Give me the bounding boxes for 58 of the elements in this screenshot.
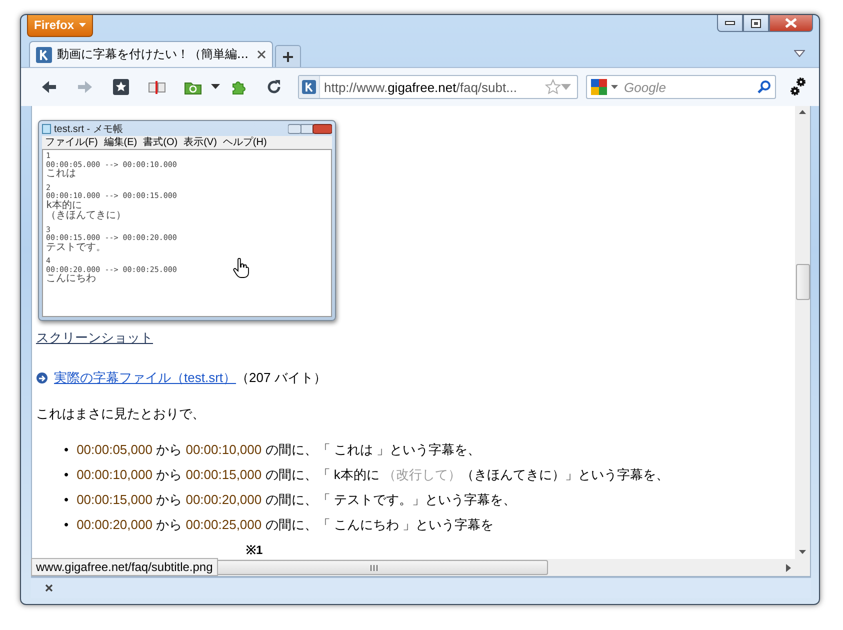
minimize-icon xyxy=(725,21,735,25)
browser-tab[interactable]: 動画に字幕を付けたい！（簡単編... xyxy=(29,41,273,67)
bullet: • xyxy=(64,441,69,459)
plus-icon xyxy=(282,50,294,62)
notepad-title: test.srt - メモ帳 xyxy=(54,122,124,136)
close-icon[interactable] xyxy=(257,50,266,59)
puzzle-icon[interactable] xyxy=(230,79,246,95)
bullet: • xyxy=(64,516,69,534)
back-icon[interactable] xyxy=(41,80,57,94)
star-icon[interactable] xyxy=(545,79,561,95)
close-icon[interactable] xyxy=(45,584,53,592)
maximize-button[interactable] xyxy=(743,15,769,32)
dropdown-icon[interactable] xyxy=(611,85,618,89)
new-tab-button[interactable] xyxy=(275,45,301,67)
list-item: 00:00:20,000 から 00:00:25,000 の間に、「 こんにちわ 」という字幕を xyxy=(76,516,494,534)
maximize-icon xyxy=(751,18,761,28)
scroll-thumb[interactable] xyxy=(796,264,810,300)
bullet: • xyxy=(64,491,69,509)
site-icon xyxy=(36,46,52,62)
notepad-line: これは xyxy=(46,169,77,180)
google-icon[interactable] xyxy=(591,79,607,95)
hand-cursor-icon xyxy=(233,258,249,278)
dropdown-icon[interactable] xyxy=(211,84,220,90)
notepad-line: （きほんてきに） xyxy=(46,211,127,222)
notepad-icon xyxy=(42,124,51,134)
link-url-tooltip: www.gigafree.net/faq/subtitle.png xyxy=(31,558,218,576)
notepad-line: テストです。 xyxy=(46,242,107,253)
file-icon xyxy=(36,372,48,384)
search-icon[interactable] xyxy=(757,80,771,94)
bullet: • xyxy=(64,466,69,484)
scroll-down-icon[interactable] xyxy=(799,550,806,554)
gears-icon[interactable] xyxy=(790,77,806,97)
file-size: （207 バイト） xyxy=(236,369,326,387)
search-field[interactable]: Google xyxy=(622,78,753,96)
scroll-up-icon[interactable] xyxy=(799,110,806,114)
notepad-line: k本的に xyxy=(46,200,84,210)
footnote-mark: ※1 xyxy=(246,542,264,558)
intro-text: これはまさに見たとおりで、 xyxy=(36,405,206,423)
notepad-line: こんにちわ xyxy=(46,274,97,284)
close-icon xyxy=(785,18,797,28)
close-button[interactable] xyxy=(769,15,813,32)
address-bar[interactable]: http://www.gigafree.net/faq/subt... xyxy=(298,75,578,99)
list-item: 00:00:15,000 から 00:00:20,000 の間に、「 テストです。」という字幕を、 xyxy=(76,491,516,509)
search-bar[interactable]: Google xyxy=(586,75,776,99)
reload-icon[interactable] xyxy=(266,79,282,95)
scroll-right-icon[interactable] xyxy=(786,564,791,572)
book-icon[interactable] xyxy=(148,80,166,94)
list-item: 00:00:05,000 から 00:00:10,000 の間に、「 これは 」という字幕を、 xyxy=(76,441,480,459)
window-controls-icon xyxy=(288,124,332,134)
site-icon xyxy=(302,80,316,94)
dropdown-icon[interactable] xyxy=(794,50,805,56)
vertical-scrollbar[interactable] xyxy=(795,106,810,576)
screenshot-link[interactable]: スクリーンショット xyxy=(36,330,153,345)
minimize-button[interactable] xyxy=(717,15,743,32)
caret-icon xyxy=(79,23,86,27)
grip-icon xyxy=(370,564,378,570)
file-link[interactable]: 実際の字幕ファイル（test.srt） xyxy=(54,369,236,387)
list-item: 00:00:10,000 から 00:00:15,000 の間に、「 k本的に （改行して）（きほんてきに）」という字幕を、 xyxy=(76,466,669,484)
